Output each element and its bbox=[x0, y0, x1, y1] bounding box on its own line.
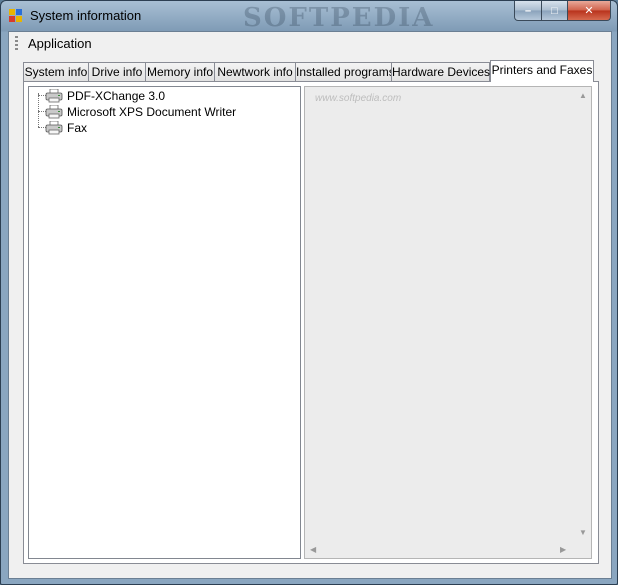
scroll-left-icon[interactable]: ◀ bbox=[310, 545, 316, 554]
tree-item-printer[interactable]: Fax bbox=[45, 120, 87, 136]
menu-bar: Application bbox=[9, 32, 611, 56]
close-icon: ✕ bbox=[584, 5, 594, 17]
printer-icon bbox=[45, 105, 63, 119]
tab-drive-info[interactable]: Drive info bbox=[88, 62, 146, 81]
scroll-down-icon[interactable]: ▼ bbox=[579, 528, 587, 537]
tree-item-printer[interactable]: Microsoft XPS Document Writer bbox=[45, 104, 236, 120]
tree-item-printer[interactable]: PDF-XChange 3.0 bbox=[45, 88, 165, 104]
tree-line bbox=[38, 93, 39, 127]
tab-hardware-devices[interactable]: Hardware Devices bbox=[391, 62, 490, 81]
softpedia-watermark: SOFTPEDIA bbox=[243, 3, 435, 33]
scroll-right-icon[interactable]: ▶ bbox=[560, 545, 566, 554]
app-window-icon[interactable] bbox=[9, 9, 23, 23]
printer-icon bbox=[45, 89, 63, 103]
caption-buttons: – □ ✕ bbox=[514, 1, 611, 21]
printer-label: Microsoft XPS Document Writer bbox=[67, 105, 237, 119]
tab-installed-programs[interactable]: Installed programs bbox=[295, 62, 395, 81]
window-title: System information bbox=[30, 8, 142, 23]
menu-grip-icon[interactable] bbox=[15, 36, 18, 51]
menu-application[interactable]: Application bbox=[28, 36, 92, 51]
tab-printers-and-faxes[interactable]: Printers and Faxes bbox=[490, 60, 594, 82]
printer-details-panel: www.softpedia.com ▲ ▼ ◀ ▶ bbox=[304, 86, 592, 559]
maximize-button[interactable]: □ bbox=[542, 1, 568, 21]
printers-tree[interactable]: PDF-XChange 3.0 Microsoft XPS Document W… bbox=[28, 86, 301, 559]
minimize-button[interactable]: – bbox=[514, 1, 542, 21]
minimize-icon: – bbox=[524, 4, 532, 17]
printer-icon bbox=[45, 121, 63, 135]
main-window: System information SOFTPEDIA – □ ✕ Appli… bbox=[0, 0, 618, 585]
maximize-icon: □ bbox=[551, 4, 558, 17]
tab-memory-info[interactable]: Memory info bbox=[145, 62, 215, 81]
tab-panel: PDF-XChange 3.0 Microsoft XPS Document W… bbox=[23, 81, 599, 564]
printer-label: PDF-XChange 3.0 bbox=[67, 89, 166, 103]
vertical-scrollbar[interactable]: ▲ ▼ bbox=[574, 87, 591, 542]
tab-network-info[interactable]: Newtwork info bbox=[214, 62, 296, 81]
printer-label: Fax bbox=[67, 121, 88, 135]
close-button[interactable]: ✕ bbox=[568, 1, 611, 21]
softpedia-url-watermark: www.softpedia.com bbox=[315, 93, 402, 104]
scroll-up-icon[interactable]: ▲ bbox=[579, 91, 587, 100]
client-area: Application System info Drive info Memor… bbox=[8, 31, 612, 579]
tab-system-info[interactable]: System info bbox=[23, 62, 89, 81]
title-bar[interactable]: System information SOFTPEDIA – □ ✕ bbox=[1, 1, 617, 33]
horizontal-scrollbar[interactable]: ◀ ▶ bbox=[305, 541, 575, 558]
